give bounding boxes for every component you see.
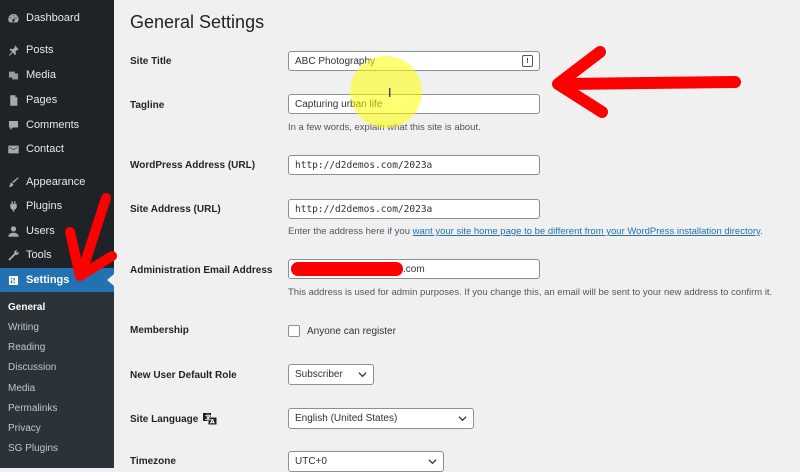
wp-address-label: WordPress Address (URL)	[130, 160, 256, 171]
submenu-item-discussion[interactable]: Discussion	[8, 362, 56, 373]
site-language-label: Site Language 文A	[130, 413, 218, 426]
site-address-description: Enter the address here if you want your …	[288, 226, 763, 237]
timezone-label: Timezone	[130, 456, 176, 467]
site-title-input[interactable]: ABC Photography !	[288, 51, 540, 71]
chevron-down-icon	[457, 414, 467, 424]
admin-email-label: Administration Email Address	[130, 265, 273, 276]
sidebar-item-comments[interactable]: Comments	[0, 113, 114, 137]
site-address-input[interactable]: http://d2demos.com/2023a	[288, 199, 540, 219]
sidebar-item-media[interactable]: Media	[0, 63, 114, 87]
sidebar-item-settings[interactable]: Settings	[0, 268, 114, 292]
submenu-item-privacy[interactable]: Privacy	[8, 423, 41, 434]
submenu-item-sg-plugins[interactable]: SG Plugins	[8, 443, 58, 454]
translation-icon: 文A	[203, 413, 218, 426]
site-address-value: http://d2demos.com/2023a	[295, 203, 433, 215]
sidebar-item-label: Posts	[26, 44, 54, 56]
comments-icon	[6, 118, 20, 132]
mail-icon	[6, 142, 20, 156]
tagline-value: Capturing urban life	[295, 98, 383, 110]
site-language-label-text: Site Language	[130, 413, 199, 425]
chevron-down-icon	[357, 370, 367, 380]
submenu-item-media[interactable]: Media	[8, 383, 35, 394]
sidebar-item-pages[interactable]: Pages	[0, 88, 114, 112]
anyone-can-register-label: Anyone can register	[307, 325, 396, 337]
svg-text:A: A	[210, 419, 215, 426]
password-manager-icon: !	[522, 55, 533, 67]
submenu-item-writing[interactable]: Writing	[8, 322, 39, 333]
sidebar-item-dashboard[interactable]: Dashboard	[0, 6, 114, 30]
sidebar-item-label: Settings	[26, 274, 70, 286]
tagline-description: In a few words, explain what this site i…	[288, 122, 481, 133]
default-role-value: Subscriber	[295, 369, 343, 380]
sidebar-item-label: Tools	[26, 249, 52, 261]
media-icon	[6, 68, 20, 82]
dashboard-icon	[6, 11, 20, 25]
admin-email-value: .com	[403, 263, 425, 275]
sidebar-item-label: Appearance	[26, 176, 86, 188]
pages-icon	[6, 93, 20, 107]
default-role-label: New User Default Role	[130, 370, 237, 381]
tagline-input[interactable]: Capturing urban life	[288, 94, 540, 114]
tagline-label: Tagline	[130, 100, 165, 111]
membership-checkbox-row[interactable]: Anyone can register	[288, 325, 396, 337]
site-title-label: Site Title	[130, 56, 172, 67]
wrench-icon	[6, 248, 20, 262]
sidebar-item-label: Media	[26, 69, 56, 81]
default-role-select[interactable]: Subscriber	[288, 364, 374, 385]
settings-submenu: General Writing Reading Discussion Media…	[0, 292, 114, 468]
user-icon	[6, 224, 20, 238]
timezone-select[interactable]: UTC+0	[288, 451, 444, 472]
site-address-desc-prefix: Enter the address here if you	[288, 226, 413, 237]
sidebar-item-tools[interactable]: Tools	[0, 243, 114, 267]
sidebar-item-label: Pages	[26, 94, 58, 106]
plug-icon	[6, 199, 20, 213]
sidebar-item-label: Dashboard	[26, 12, 80, 24]
sidebar-item-posts[interactable]: Posts	[0, 38, 114, 62]
site-language-select[interactable]: English (United States)	[288, 408, 474, 429]
site-address-desc-suffix: .	[760, 226, 763, 237]
submenu-item-general[interactable]: General	[8, 302, 45, 313]
site-title-value: ABC Photography	[295, 55, 376, 67]
sidebar-item-label: Users	[26, 225, 55, 237]
pin-icon	[6, 43, 20, 57]
sidebar-item-contact[interactable]: Contact	[0, 137, 114, 161]
membership-label: Membership	[130, 325, 189, 336]
admin-email-description: This address is used for admin purposes.…	[288, 287, 773, 298]
sidebar-item-label: Comments	[26, 119, 80, 131]
wp-address-input[interactable]: http://d2demos.com/2023a	[288, 155, 540, 175]
wp-address-value: http://d2demos.com/2023a	[295, 159, 433, 171]
brush-icon	[6, 175, 20, 189]
admin-email-input[interactable]: .com	[288, 259, 540, 279]
home-page-help-link[interactable]: want your site home page to be different…	[413, 226, 760, 237]
page-title: General Settings	[130, 12, 265, 32]
sidebar-item-appearance[interactable]: Appearance	[0, 170, 114, 194]
site-language-value: English (United States)	[295, 413, 398, 424]
sidebar-item-users[interactable]: Users	[0, 219, 114, 243]
anyone-can-register-checkbox[interactable]	[288, 325, 300, 337]
main-content: General Settings Site Title ABC Photogra…	[114, 0, 800, 472]
submenu-item-reading[interactable]: Reading	[8, 342, 45, 353]
chevron-down-icon	[427, 457, 437, 467]
sidebar-item-label: Contact	[26, 143, 64, 155]
admin-email-redaction	[291, 262, 403, 276]
sidebar-item-label: Plugins	[26, 200, 63, 212]
settings-icon	[6, 273, 20, 287]
timezone-value: UTC+0	[295, 456, 327, 467]
sidebar-item-plugins[interactable]: Plugins	[0, 194, 114, 218]
admin-sidebar: Dashboard Posts Media Pages Comments Con…	[0, 0, 114, 468]
submenu-item-permalinks[interactable]: Permalinks	[8, 403, 57, 414]
site-address-label: Site Address (URL)	[130, 204, 221, 215]
